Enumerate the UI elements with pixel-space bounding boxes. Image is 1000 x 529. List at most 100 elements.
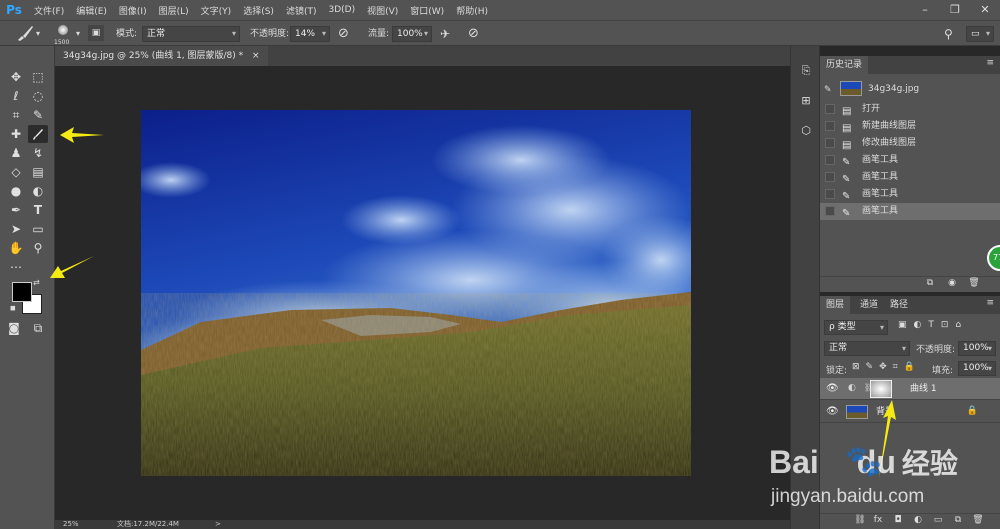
rectangle-tool-icon[interactable]: ▭ <box>28 220 48 238</box>
swap-colors-icon[interactable]: ⇄ <box>33 278 40 287</box>
menu-window[interactable]: 窗口(W) <box>404 4 450 17</box>
menu-file[interactable]: 文件(F) <box>28 4 70 17</box>
new-group-icon[interactable]: ▭ <box>932 515 944 525</box>
tab-history[interactable]: 历史记录 <box>820 56 869 74</box>
tab-layers[interactable]: 图层 <box>820 296 851 314</box>
eyedropper-tool-icon[interactable]: ✎ <box>28 106 48 124</box>
chevron-down-icon[interactable]: ▾ <box>36 21 40 47</box>
history-brush-tool-icon[interactable]: ↯ <box>28 144 48 162</box>
default-colors-icon[interactable]: ◼ <box>10 304 16 312</box>
history-panel-icon[interactable]: ⎘ <box>798 63 814 79</box>
canvas-area[interactable] <box>55 66 790 520</box>
lasso-tool-icon[interactable]: ℓ <box>6 87 26 105</box>
close-button[interactable]: ✕ <box>970 0 1000 20</box>
tab-paths[interactable]: 路径 <box>884 296 914 314</box>
blur-tool-icon[interactable]: ● <box>6 182 26 200</box>
crop-tool-icon[interactable]: ⌗ <box>6 106 26 124</box>
dodge-tool-icon[interactable]: ◐ <box>28 182 48 200</box>
brush-preview[interactable]: 1500 <box>54 21 74 47</box>
tab-channels[interactable]: 通道 <box>854 296 884 314</box>
zoom-level[interactable]: 25% <box>63 520 79 529</box>
panel-menu-icon[interactable]: ≡ <box>986 58 994 68</box>
flow-input[interactable]: 100% ▾ <box>392 26 432 42</box>
watermark-cn: 经验 <box>901 448 958 479</box>
layer-row-background[interactable]: 👁 背景 🔒 <box>820 401 1000 423</box>
layer-opacity-input[interactable]: 100% ▾ <box>958 341 996 356</box>
visibility-eye-icon[interactable]: 👁 <box>826 383 839 394</box>
visibility-eye-icon[interactable]: 👁 <box>826 406 839 417</box>
new-layer-icon[interactable]: ⧉ <box>952 515 964 525</box>
pen-tool-icon[interactable]: ✒ <box>6 201 26 219</box>
close-tab-icon[interactable]: × <box>252 51 260 61</box>
more-tools-icon[interactable]: ⋯ <box>6 258 26 276</box>
foreground-color-swatch[interactable] <box>12 282 32 302</box>
hand-tool-icon[interactable]: ✋ <box>6 239 26 257</box>
history-item[interactable]: ✎ 画笔工具 <box>820 169 1000 186</box>
photo-landscape[interactable] <box>141 110 691 476</box>
workspace-select[interactable]: ▭ ▾ <box>966 26 994 42</box>
move-tool-icon[interactable]: ✥ <box>6 68 26 86</box>
chevron-down-icon[interactable]: ▾ <box>76 21 80 47</box>
search-icon[interactable]: ⚲ <box>944 21 953 47</box>
brush-panel-toggle-icon[interactable]: ▣ <box>88 25 104 41</box>
marquee-tool-icon[interactable]: ⬚ <box>28 68 48 86</box>
menu-image[interactable]: 图像(I) <box>113 4 153 17</box>
layer-filter-icons[interactable]: ▣◐T⊡⌂ <box>898 320 968 330</box>
eraser-tool-icon[interactable]: ◇ <box>6 163 26 181</box>
layer-mask-thumbnail[interactable] <box>870 380 892 398</box>
quick-select-tool-icon[interactable]: ◌ <box>28 87 48 105</box>
annotation-arrow-brush <box>60 127 104 143</box>
history-item[interactable]: ▤ 新建曲线图层 <box>820 118 1000 135</box>
layer-style-icon[interactable]: fx <box>872 515 884 525</box>
pressure-opacity-icon[interactable]: ⊘ <box>338 21 349 47</box>
document-tab[interactable]: 34g34g.jpg @ 25% (曲线 1, 图层蒙版/8) * × <box>55 46 268 66</box>
quick-mask-icon[interactable]: ◙ <box>4 319 24 337</box>
history-brush-source-icon[interactable]: ✎ <box>824 82 832 99</box>
camera-icon[interactable]: ◉ <box>946 278 958 288</box>
menu-layer[interactable]: 图层(L) <box>153 4 195 17</box>
opacity-input[interactable]: 14% ▾ <box>290 26 330 42</box>
properties-panel-icon[interactable]: ⊞ <box>798 93 814 109</box>
screen-mode-icon[interactable]: ⧉ <box>28 319 48 337</box>
3d-panel-icon[interactable]: ⬡ <box>798 123 814 139</box>
new-adjustment-icon[interactable]: ◐ <box>912 515 924 525</box>
history-item[interactable]: ✎ 画笔工具 <box>820 186 1000 203</box>
trash-icon[interactable]: 🗑 <box>968 278 980 288</box>
restore-button[interactable]: ❐ <box>940 0 970 20</box>
menu-select[interactable]: 选择(S) <box>237 4 280 17</box>
minimize-button[interactable]: – <box>910 0 940 20</box>
menu-type[interactable]: 文字(Y) <box>195 4 238 17</box>
layer-row-curves[interactable]: 👁 ◐ ⛓ 曲线 1 <box>820 378 1000 400</box>
layer-filter-select[interactable]: ρ 类型 ▾ <box>824 320 888 335</box>
path-select-tool-icon[interactable]: ➤ <box>6 220 26 238</box>
menu-help[interactable]: 帮助(H) <box>450 4 494 17</box>
airbrush-icon[interactable]: ✈ <box>440 21 450 47</box>
history-snapshot[interactable]: ✎ 34g34g.jpg <box>820 78 1000 100</box>
link-layers-icon[interactable]: ⛓ <box>854 515 866 525</box>
mode-select[interactable]: 正常 ▾ <box>142 26 240 42</box>
pressure-size-icon[interactable]: ⊘ <box>468 21 479 47</box>
clone-stamp-tool-icon[interactable]: ♟ <box>6 144 26 162</box>
menu-edit[interactable]: 编辑(E) <box>70 4 113 17</box>
type-tool-icon[interactable]: T <box>28 201 48 219</box>
healing-brush-tool-icon[interactable]: ✚ <box>6 125 26 143</box>
menu-filter[interactable]: 滤镜(T) <box>280 4 323 17</box>
panel-menu-icon[interactable]: ≡ <box>986 298 994 308</box>
menu-view[interactable]: 视图(V) <box>361 4 404 17</box>
status-menu-arrow[interactable]: > <box>215 520 221 529</box>
fill-input[interactable]: 100% ▾ <box>958 361 996 376</box>
history-item[interactable]: ▤ 打开 <box>820 101 1000 118</box>
zoom-tool-icon[interactable]: ⚲ <box>28 239 48 257</box>
new-document-from-state-icon[interactable]: ⧉ <box>924 278 936 288</box>
history-item-selected[interactable]: ✎ 画笔工具 <box>820 203 1000 220</box>
menu-3d[interactable]: 3D(D) <box>322 5 361 15</box>
history-item[interactable]: ▤ 修改曲线图层 <box>820 135 1000 152</box>
brush-tool-preset-icon[interactable] <box>14 21 38 47</box>
gradient-tool-icon[interactable]: ▤ <box>28 163 48 181</box>
trash-icon[interactable]: 🗑 <box>972 515 984 525</box>
add-mask-icon[interactable]: ◘ <box>892 515 904 525</box>
history-item[interactable]: ✎ 画笔工具 <box>820 152 1000 169</box>
blend-mode-select[interactable]: 正常 ▾ <box>824 341 910 356</box>
brush-tool-icon[interactable] <box>28 125 48 143</box>
lock-icons[interactable]: ⊠✎✥⌗🔒 <box>852 362 921 372</box>
